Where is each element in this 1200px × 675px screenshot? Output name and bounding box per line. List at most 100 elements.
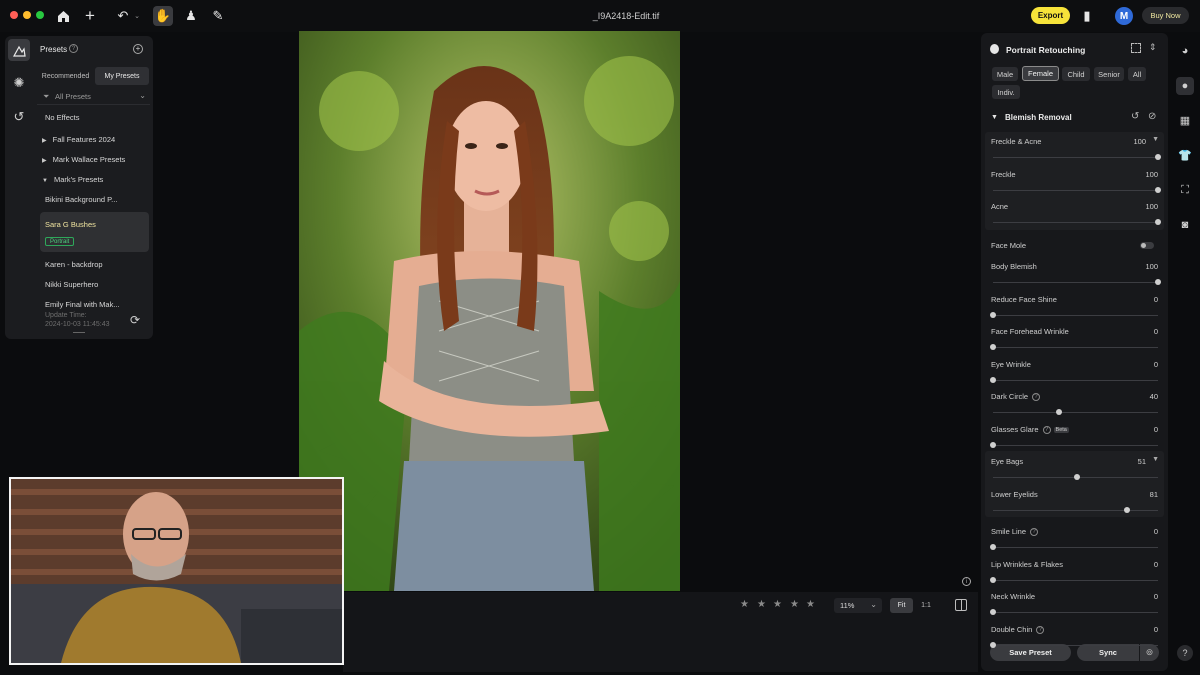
folder-mark-wallace[interactable]: ▶ Mark Wallace Presets: [42, 155, 125, 164]
camera-icon[interactable]: ◙: [1176, 216, 1194, 234]
slider-value[interactable]: 81: [1150, 490, 1158, 499]
fit-button[interactable]: Fit: [890, 598, 913, 613]
background-tool-icon[interactable]: ▦: [1176, 111, 1194, 129]
help-icon[interactable]: ?: [1042, 426, 1051, 435]
rating-star-icon[interactable]: ★: [740, 599, 749, 610]
preset-no-effects[interactable]: No Effects: [45, 113, 79, 122]
slider-track[interactable]: [990, 544, 1158, 550]
preset-emily-final[interactable]: Emily Final with Mak...: [45, 300, 120, 309]
slider-knob[interactable]: [1056, 409, 1062, 415]
slider-value[interactable]: 0: [1154, 527, 1158, 536]
chevron-down-icon[interactable]: ▼: [991, 114, 998, 121]
slider-value[interactable]: 51: [1138, 457, 1146, 466]
chip-female[interactable]: Female: [1022, 66, 1059, 81]
slider-value[interactable]: 0: [1154, 327, 1158, 336]
info-icon[interactable]: i: [962, 577, 971, 586]
face-detect-icon[interactable]: [1131, 43, 1141, 53]
preset-karen-backdrop[interactable]: Karen - backdrop: [45, 260, 103, 269]
chip-senior[interactable]: Senior: [1094, 67, 1124, 81]
photo-canvas[interactable]: [299, 31, 680, 591]
slider-knob[interactable]: [1123, 507, 1130, 513]
slider-knob[interactable]: [1155, 219, 1161, 225]
one-to-one-button[interactable]: 1:1: [915, 598, 937, 613]
slider-knob[interactable]: [990, 442, 996, 448]
avatar[interactable]: M: [1115, 7, 1133, 25]
preset-filter-dropdown[interactable]: ⏷ All Presets ⌄: [37, 89, 150, 105]
compare-view-icon[interactable]: [955, 599, 967, 611]
slider-track[interactable]: [990, 642, 1158, 648]
slider-value[interactable]: 100: [1133, 137, 1146, 146]
slider-knob[interactable]: [990, 377, 996, 383]
help-icon[interactable]: ?: [1032, 393, 1041, 402]
slider-track[interactable]: [993, 507, 1158, 513]
slider-value[interactable]: 0: [1154, 295, 1158, 304]
slider-knob[interactable]: [990, 312, 996, 318]
chip-male[interactable]: Male: [992, 67, 1018, 81]
help-icon[interactable]: ?: [1030, 528, 1039, 537]
edit-off-icon[interactable]: ⊘: [1148, 111, 1156, 122]
presets-tool-icon[interactable]: [8, 39, 30, 61]
slider-value[interactable]: 100: [1145, 202, 1158, 211]
chip-all[interactable]: All: [1128, 67, 1146, 81]
rating-star-icon[interactable]: ★: [757, 599, 766, 610]
slider-track[interactable]: [990, 442, 1158, 448]
slider-value[interactable]: 0: [1154, 625, 1158, 634]
light-tool-icon[interactable]: ✺: [8, 72, 30, 94]
chip-child[interactable]: Child: [1062, 67, 1090, 81]
slider-track[interactable]: [990, 377, 1158, 383]
slider-knob[interactable]: [1155, 154, 1161, 160]
slider-knob[interactable]: [1155, 187, 1161, 193]
slider-track[interactable]: [990, 577, 1158, 583]
slider-value[interactable]: 0: [1154, 425, 1158, 434]
folder-fall-features[interactable]: ▶ Fall Features 2024: [42, 135, 115, 144]
preset-nikki-superhero[interactable]: Nikki Superhero: [45, 280, 98, 289]
slider-value[interactable]: 100: [1145, 170, 1158, 179]
preset-bikini-background[interactable]: Bikini Background P...: [45, 195, 117, 204]
tab-my-presets[interactable]: My Presets: [95, 67, 149, 85]
slider-value[interactable]: 0: [1154, 560, 1158, 569]
face-mole-toggle[interactable]: [1140, 242, 1154, 249]
collapse-icon[interactable]: ⇕: [1149, 42, 1157, 53]
sync-button[interactable]: Sync: [1077, 644, 1139, 661]
slider-knob[interactable]: [990, 609, 996, 615]
slider-track[interactable]: [993, 474, 1158, 480]
rating-star-icon[interactable]: ★: [790, 599, 799, 610]
chevron-down-icon[interactable]: ▼: [1152, 456, 1159, 463]
slider-value[interactable]: 0: [1154, 592, 1158, 601]
crop-tool-icon[interactable]: ⛶: [1176, 181, 1194, 199]
slider-track[interactable]: [990, 344, 1158, 350]
slider-value[interactable]: 40: [1150, 392, 1158, 401]
folder-marks-presets[interactable]: ▼ Mark's Presets: [42, 175, 103, 184]
history-icon[interactable]: ↺: [8, 106, 30, 128]
chevron-down-icon[interactable]: ▼: [1152, 136, 1159, 143]
slider-knob[interactable]: [990, 344, 996, 350]
slider-track[interactable]: [993, 154, 1161, 160]
sync-settings-icon[interactable]: ⊚: [1140, 644, 1159, 661]
slider-track[interactable]: [993, 409, 1158, 415]
color-palette-icon[interactable]: ◕: [1176, 42, 1194, 60]
save-preset-button[interactable]: Save Preset: [990, 644, 1071, 661]
add-preset-button[interactable]: +: [133, 44, 143, 54]
chip-individual[interactable]: Indiv.: [992, 85, 1020, 99]
slider-track[interactable]: [990, 312, 1158, 318]
slider-knob[interactable]: [1155, 279, 1161, 285]
slider-knob[interactable]: [990, 544, 996, 550]
export-button[interactable]: Export: [1031, 7, 1070, 24]
slider-value[interactable]: 0: [1154, 360, 1158, 369]
slider-knob[interactable]: [990, 577, 996, 583]
slider-track[interactable]: [993, 219, 1161, 225]
tab-recommended[interactable]: Recommended: [37, 67, 94, 85]
slider-track[interactable]: [990, 609, 1158, 615]
slider-value[interactable]: 100: [1145, 262, 1158, 271]
clothing-tool-icon[interactable]: 👕: [1176, 146, 1194, 164]
reset-icon[interactable]: ↺: [1131, 111, 1139, 122]
rating-star-icon[interactable]: ★: [773, 599, 782, 610]
help-button[interactable]: ?: [1177, 645, 1193, 661]
help-icon[interactable]: ?: [1036, 626, 1045, 635]
preset-sara-g-bushes[interactable]: Sara G Bushes Portrait: [40, 212, 149, 252]
buy-now-button[interactable]: Buy Now: [1142, 7, 1189, 24]
panel-toggle-icon[interactable]: ▮: [1078, 7, 1096, 25]
zoom-select[interactable]: 11% ⌄: [834, 598, 882, 613]
slider-knob[interactable]: [990, 642, 996, 648]
portrait-tool-icon[interactable]: ●: [1176, 77, 1194, 95]
